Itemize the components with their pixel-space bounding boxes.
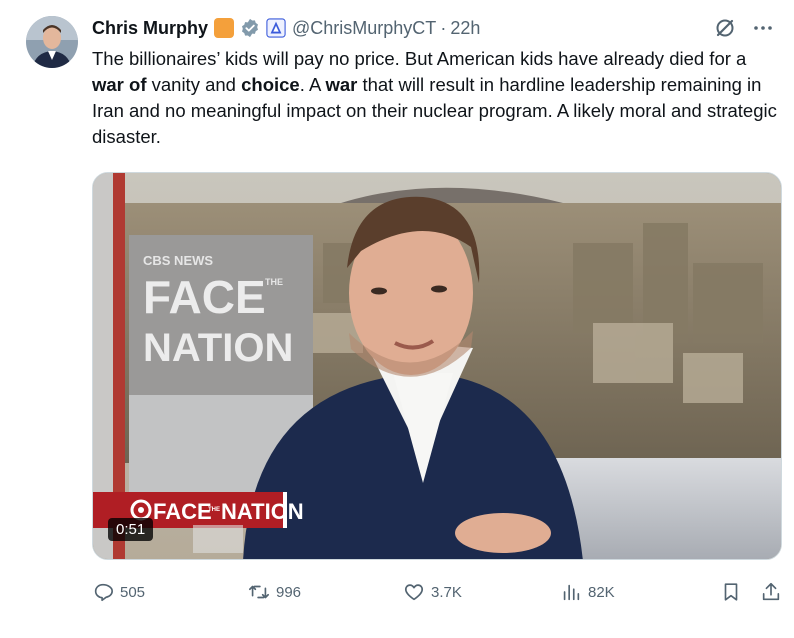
backdrop-logo-the: THE bbox=[265, 277, 283, 287]
lower-third-nation: NATION bbox=[221, 499, 304, 524]
share-button[interactable] bbox=[760, 578, 788, 606]
text-segment: . A bbox=[299, 74, 326, 95]
video-duration: 0:51 bbox=[108, 518, 154, 541]
author-handle[interactable]: @ChrisMurphyCT bbox=[292, 18, 436, 39]
reply-button[interactable]: 505 bbox=[92, 578, 145, 606]
like-count: 3.7K bbox=[431, 583, 462, 601]
backdrop-logo-nation: NATION bbox=[143, 326, 293, 370]
repost-button[interactable]: 996 bbox=[248, 578, 301, 606]
reply-icon bbox=[94, 583, 113, 602]
reply-count: 505 bbox=[120, 583, 146, 601]
text-segment-bold: war of bbox=[92, 74, 147, 95]
author-name[interactable]: Chris Murphy bbox=[92, 18, 208, 39]
action-bar: 505 996 3.7K 82K bbox=[92, 578, 782, 606]
post-time[interactable]: 22h bbox=[450, 18, 480, 39]
government-label-icon[interactable] bbox=[266, 18, 286, 38]
like-button[interactable]: 3.7K bbox=[403, 578, 462, 606]
text-segment: vanity and bbox=[146, 74, 242, 95]
lower-third-face: FACE bbox=[153, 499, 212, 524]
grok-icon[interactable] bbox=[714, 17, 736, 39]
heart-icon bbox=[404, 584, 424, 601]
share-icon bbox=[762, 582, 780, 601]
tweet-text: The billionaires’ kids will pay no price… bbox=[92, 46, 782, 150]
text-segment-bold: war bbox=[325, 74, 358, 95]
analytics-icon bbox=[563, 584, 580, 601]
bookmark-icon bbox=[724, 583, 738, 601]
affiliation-badge-icon bbox=[214, 18, 235, 38]
bookmark-button[interactable] bbox=[720, 578, 748, 606]
views-count: 82K bbox=[588, 583, 615, 601]
repost-count: 996 bbox=[276, 583, 302, 601]
verified-badge-icon[interactable] bbox=[240, 18, 260, 38]
avatar[interactable] bbox=[26, 16, 78, 68]
video-player[interactable]: CBS NEWS FACE THE NATION FACE THE NATION… bbox=[92, 172, 782, 560]
backdrop-logo-face: FACE bbox=[143, 271, 266, 323]
repost-icon bbox=[249, 585, 269, 599]
views-button[interactable]: 82K bbox=[560, 578, 615, 606]
text-segment: The billionaires’ kids will pay no price… bbox=[92, 48, 747, 69]
more-options-icon[interactable] bbox=[752, 17, 774, 39]
separator-dot: · bbox=[440, 17, 447, 38]
tweet-header: Chris Murphy @ChrisMurphyCT · 22h bbox=[92, 14, 774, 42]
backdrop-network-logo: CBS NEWS bbox=[143, 253, 213, 268]
lower-third-the: THE bbox=[208, 507, 220, 513]
tweet-card[interactable]: Chris Murphy @ChrisMurphyCT · 22h The bi… bbox=[0, 0, 794, 620]
text-segment-bold: choice bbox=[241, 74, 300, 95]
video-frame: CBS NEWS FACE THE NATION FACE THE NATION bbox=[93, 173, 781, 559]
